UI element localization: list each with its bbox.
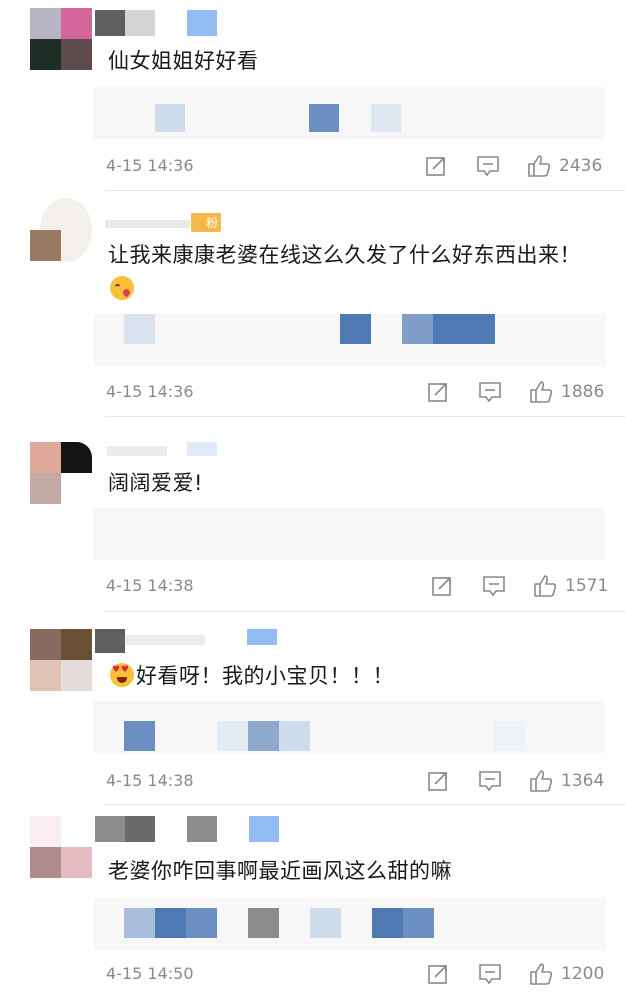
comment-icon[interactable]	[477, 769, 503, 793]
thumbs-up-icon[interactable]	[532, 574, 558, 598]
comment-text: 好看呀！我的小宝贝！！！	[108, 659, 598, 693]
avatar[interactable]	[30, 442, 92, 506]
username-redacted[interactable]	[95, 629, 285, 655]
comment-text: 仙女姐姐好好看	[108, 49, 259, 73]
reply-preview[interactable]	[93, 701, 605, 753]
share-icon[interactable]	[426, 380, 450, 404]
comment-icon[interactable]	[481, 574, 507, 598]
comment-item: 粉 让我来康康老婆在线这么久发了什么好东西出来！ 4-15 14:36 1886	[0, 192, 625, 418]
like-count: 1886	[561, 382, 605, 402]
comment-meta: 4-15 14:50 1200	[0, 960, 625, 990]
username-redacted[interactable]	[95, 816, 285, 842]
share-icon[interactable]	[430, 574, 454, 598]
comment-meta: 4-15 14:36 1886	[0, 378, 625, 408]
thumbs-up-icon[interactable]	[528, 962, 554, 986]
timestamp: 4-15 14:36	[106, 382, 194, 401]
timestamp: 4-15 14:50	[106, 964, 194, 983]
share-icon[interactable]	[424, 154, 448, 178]
avatar[interactable]	[30, 629, 92, 691]
like-count: 2436	[559, 156, 603, 176]
comment-icon[interactable]	[475, 154, 501, 178]
heart-eyes-face-icon	[110, 663, 134, 687]
username-redacted[interactable]: 粉	[95, 212, 225, 238]
face-blowing-kiss-icon	[110, 276, 134, 300]
comment-item: 老婆你咋回事啊最近画风这么甜的嘛 4-15 14:50 1200	[0, 806, 625, 1000]
timestamp: 4-15 14:38	[106, 576, 194, 595]
thumbs-up-icon[interactable]	[528, 380, 554, 404]
comment-icon[interactable]	[477, 380, 503, 404]
comment-text: 让我来康康老婆在线这么久发了什么好东西出来！	[108, 238, 598, 306]
comment-text: 阔阔爱爱!	[108, 471, 203, 495]
timestamp: 4-15 14:38	[106, 771, 194, 790]
fan-badge: 粉	[191, 213, 221, 232]
comment-meta: 4-15 14:36 2436	[0, 152, 625, 182]
divider	[105, 611, 625, 612]
reply-preview[interactable]	[93, 508, 605, 560]
share-icon[interactable]	[426, 769, 450, 793]
share-icon[interactable]	[426, 962, 450, 986]
comment-text-content: 好看呀！我的小宝贝！！！	[136, 664, 394, 688]
like-count: 1571	[565, 576, 609, 596]
reply-preview[interactable]	[93, 314, 605, 366]
thumbs-up-icon[interactable]	[526, 154, 552, 178]
username-redacted[interactable]	[95, 10, 225, 36]
thumbs-up-icon[interactable]	[528, 769, 554, 793]
divider	[105, 804, 625, 805]
divider	[105, 416, 625, 417]
divider	[105, 190, 625, 191]
comment-item: 仙女姐姐好好看 4-15 14:36 2436	[0, 0, 625, 192]
like-count: 1200	[561, 964, 605, 984]
avatar[interactable]	[30, 816, 92, 878]
comment-meta: 4-15 14:38 1364	[0, 767, 625, 797]
comment-icon[interactable]	[477, 962, 503, 986]
reply-preview[interactable]	[93, 87, 605, 139]
comment-text: 老婆你咋回事啊最近画风这么甜的嘛	[108, 859, 452, 883]
avatar[interactable]	[30, 8, 92, 70]
comment-item: 好看呀！我的小宝贝！！！ 4-15 14:38 1364	[0, 613, 625, 806]
reply-preview[interactable]	[93, 898, 605, 950]
comment-item: 阔阔爱爱! 4-15 14:38 1571	[0, 418, 625, 613]
timestamp: 4-15 14:36	[106, 156, 194, 175]
username-redacted[interactable]	[95, 440, 225, 466]
comment-meta: 4-15 14:38 1571	[0, 572, 625, 602]
comment-text-content: 让我来康康老婆在线这么久发了什么好东西出来！	[108, 243, 581, 267]
like-count: 1364	[561, 771, 605, 791]
avatar[interactable]	[30, 198, 92, 262]
